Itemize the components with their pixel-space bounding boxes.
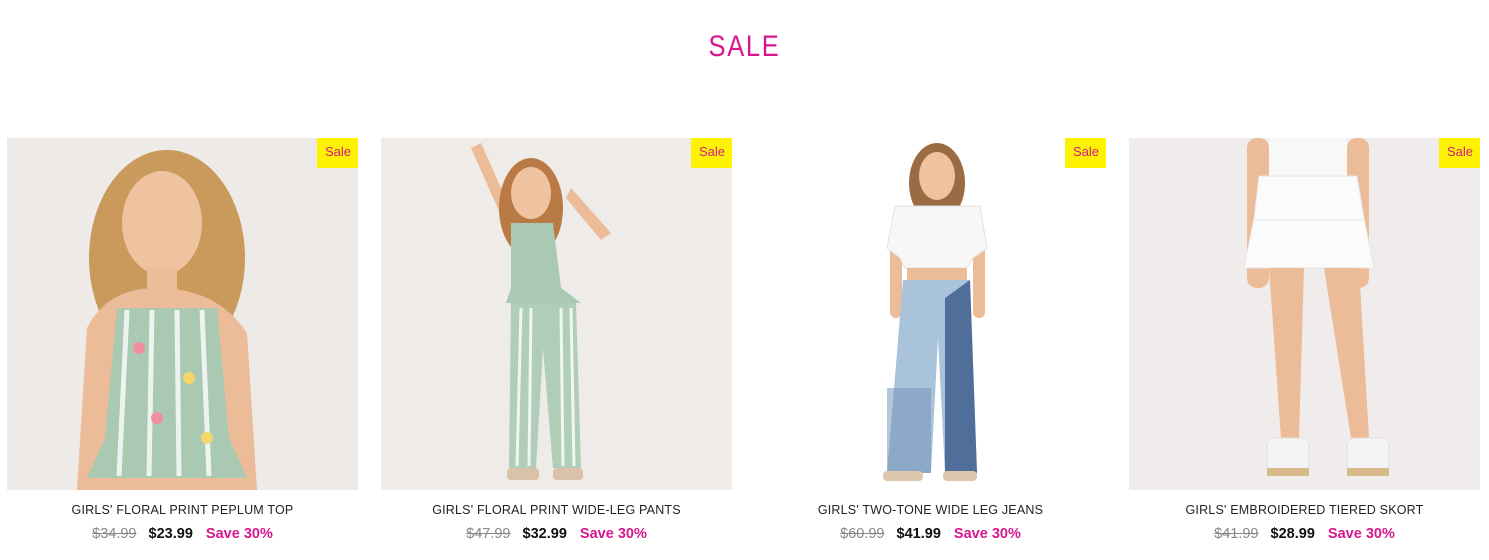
product-image-link[interactable]: Sale	[755, 138, 1106, 490]
sale-badge: Sale	[1064, 138, 1106, 168]
product-image	[7, 138, 358, 490]
product-card[interactable]: Sale GIRLS' TWO-TONE WIDE LEG JEANS $60.…	[755, 138, 1106, 542]
original-price: $47.99	[466, 526, 511, 542]
product-grid: Sale GIRLS' FLORAL PRINT PEPLUM TOP $34.…	[7, 138, 1482, 542]
product-image-link[interactable]: Sale	[7, 138, 358, 490]
original-price: $60.99	[840, 526, 885, 542]
sale-price: $32.99	[522, 526, 567, 542]
product-image	[1129, 138, 1480, 490]
sale-badge: Sale	[1438, 138, 1480, 168]
product-image	[755, 138, 1106, 490]
product-prices: $41.99 $28.99 Save 30%	[1129, 526, 1480, 542]
savings-label: Save 30%	[579, 526, 647, 542]
sale-price: $41.99	[896, 526, 941, 542]
sale-price: $28.99	[1270, 526, 1315, 542]
savings-label: Save 30%	[953, 526, 1021, 542]
product-image	[381, 138, 732, 490]
product-prices: $47.99 $32.99 Save 30%	[381, 526, 732, 542]
original-price: $41.99	[1214, 526, 1259, 542]
sale-page: SALE Sale GIRLS' FLORAL PRINT PEPLUM TOP…	[0, 0, 1489, 560]
product-card[interactable]: Sale GIRLS' EMBROIDERED TIERED SKORT $41…	[1129, 138, 1480, 542]
sale-price: $23.99	[148, 526, 193, 542]
product-title[interactable]: GIRLS' TWO-TONE WIDE LEG JEANS	[755, 503, 1106, 517]
sale-badge: Sale	[316, 138, 358, 168]
product-prices: $34.99 $23.99 Save 30%	[7, 526, 358, 542]
sale-badge: Sale	[690, 138, 732, 168]
original-price: $34.99	[92, 526, 137, 542]
product-title[interactable]: GIRLS' FLORAL PRINT WIDE-LEG PANTS	[381, 503, 732, 517]
product-image-link[interactable]: Sale	[1129, 138, 1480, 490]
product-card[interactable]: Sale GIRLS' FLORAL PRINT PEPLUM TOP $34.…	[7, 138, 358, 542]
product-title[interactable]: GIRLS' FLORAL PRINT PEPLUM TOP	[7, 503, 358, 517]
savings-label: Save 30%	[205, 526, 273, 542]
product-title[interactable]: GIRLS' EMBROIDERED TIERED SKORT	[1129, 503, 1480, 517]
savings-label: Save 30%	[1327, 526, 1395, 542]
product-prices: $60.99 $41.99 Save 30%	[755, 526, 1106, 542]
product-card[interactable]: Sale GIRLS' FLORAL PRINT WIDE-LEG PANTS …	[381, 138, 732, 542]
page-title: SALE	[708, 30, 781, 63]
product-image-link[interactable]: Sale	[381, 138, 732, 490]
